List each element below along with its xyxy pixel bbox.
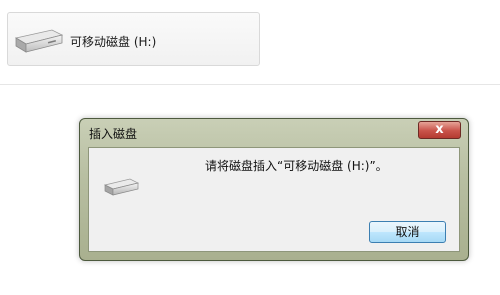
- close-button[interactable]: x: [418, 121, 461, 139]
- dialog-body: 请将磁盘插入“可移动磁盘 (H:)”。 取消: [88, 147, 460, 252]
- close-icon: x: [435, 122, 444, 137]
- insert-disk-dialog: 插入磁盘 x 请将磁盘插入“可移动磁盘 (H:)”。 取消: [79, 118, 469, 261]
- usb-drive-icon: [103, 178, 140, 196]
- dialog-title: 插入磁盘: [89, 127, 138, 141]
- dialog-message: 请将磁盘插入“可移动磁盘 (H:)”。: [205, 159, 388, 173]
- drive-label: 可移动磁盘 (H:): [70, 35, 157, 49]
- divider: [0, 84, 500, 85]
- explorer-window: 可移动磁盘 (H:) 插入磁盘 x 请将磁盘插入“可移动磁盘 (H:)”。 取消: [0, 0, 500, 295]
- usb-drive-icon: [14, 29, 64, 53]
- removable-drive-item[interactable]: 可移动磁盘 (H:): [7, 12, 260, 66]
- cancel-button[interactable]: 取消: [369, 221, 446, 243]
